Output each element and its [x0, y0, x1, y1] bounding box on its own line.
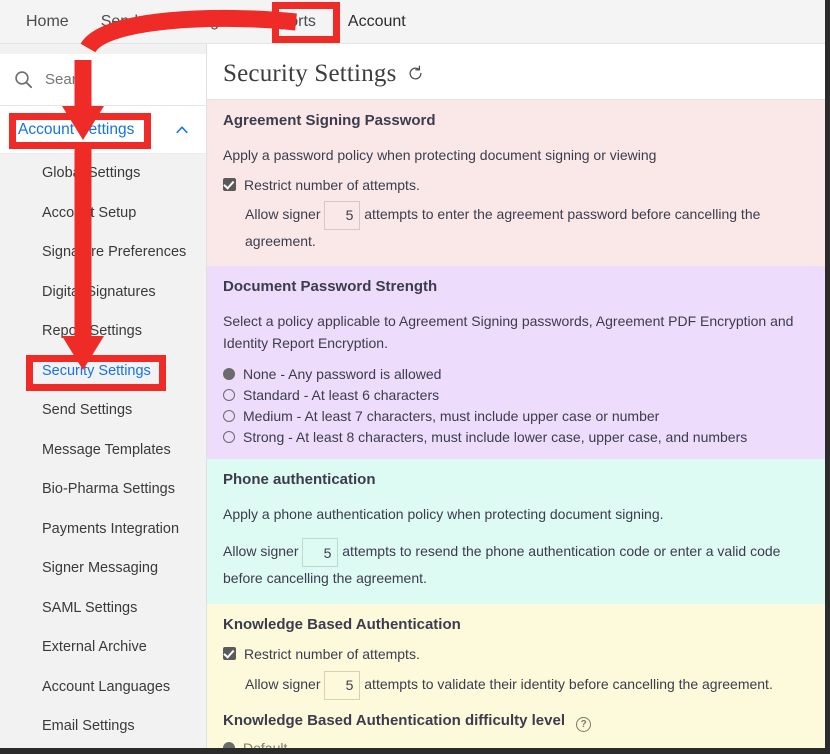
application-window: Home Send Manage Reports Account Account…	[0, 0, 830, 754]
sidebar-item-bio-pharma-settings[interactable]: Bio-Pharma Settings	[0, 470, 206, 510]
attempts-row: Allow signer attempts to resend the phon…	[223, 538, 803, 589]
radio-option-label: Strong - At least 8 characters, must inc…	[243, 429, 748, 446]
allow-signer-suffix: attempts to enter the agreement password…	[245, 205, 761, 249]
section-description: Apply a password policy when protecting …	[223, 147, 657, 163]
nav-item-account[interactable]: Account	[332, 0, 422, 44]
main-content: Security Settings Agreement Signing Pass…	[207, 44, 825, 748]
radio-strong-icon[interactable]	[223, 431, 235, 444]
sidebar-item-send-settings[interactable]: Send Settings	[0, 391, 206, 431]
search-icon	[15, 71, 33, 89]
nav-item-reports[interactable]: Reports	[244, 0, 332, 44]
difficulty-level-text: Knowledge Based Authentication difficult…	[223, 711, 565, 729]
sidebar-item-account-setup[interactable]: Account Setup	[0, 194, 206, 234]
section-agreement-signing-password: Agreement Signing Password Apply a passw…	[207, 100, 825, 267]
radio-option-medium[interactable]: Medium - At least 7 characters, must inc…	[223, 408, 809, 424]
nav-item-manage[interactable]: Manage	[154, 0, 244, 44]
allow-signer-suffix: attempts to validate their identity befo…	[364, 675, 773, 692]
search-input[interactable]	[43, 70, 173, 89]
radio-option-label: Default	[243, 739, 288, 748]
radio-option-none[interactable]: None - Any password is allowed	[223, 366, 809, 382]
sidebar-item-payments-integration[interactable]: Payments Integration	[0, 510, 206, 550]
sidebar-item-account-languages[interactable]: Account Languages	[0, 668, 206, 708]
refresh-icon[interactable]	[407, 65, 424, 82]
sidebar-item-signer-messaging[interactable]: Signer Messaging	[0, 549, 206, 589]
section-title: Document Password Strength	[223, 278, 438, 296]
sidebar-item-signature-preferences[interactable]: Signature Preferences	[0, 233, 206, 273]
search-box[interactable]	[0, 54, 206, 106]
radio-option-label: None - Any password is allowed	[243, 366, 442, 383]
top-navigation-bar: Home Send Manage Reports Account	[0, 0, 825, 44]
attempts-input[interactable]	[324, 200, 361, 230]
radio-default-icon[interactable]	[223, 741, 235, 748]
nav-item-home[interactable]: Home	[10, 0, 85, 44]
radio-option-label: Standard - At least 6 characters	[243, 387, 440, 404]
radio-standard-icon[interactable]	[223, 389, 235, 402]
section-title: Knowledge Based Authentication	[223, 615, 461, 633]
allow-signer-prefix: Allow signer	[245, 675, 321, 692]
section-document-password-strength: Document Password Strength Select a poli…	[207, 266, 825, 460]
restrict-attempts-checkbox[interactable]	[223, 178, 236, 192]
radio-option-default[interactable]: Default	[223, 740, 809, 748]
radio-medium-icon[interactable]	[223, 410, 235, 423]
section-phone-authentication: Phone authentication Apply a phone authe…	[207, 459, 825, 604]
section-title: Phone authentication	[223, 471, 376, 489]
sidebar-item-digital-signatures[interactable]: Digital Signatures	[0, 273, 206, 313]
attempts-row: Allow signer attempts to validate their …	[223, 670, 809, 700]
help-circle-icon[interactable]: ?	[576, 716, 592, 732]
sidebar-item-email-settings[interactable]: Email Settings	[0, 707, 206, 747]
section-description: Select a policy applicable to Agreement …	[223, 313, 794, 351]
restrict-attempts-checkbox[interactable]	[223, 647, 236, 661]
difficulty-level-label: Knowledge Based Authentication difficult…	[223, 712, 809, 732]
page-title: Security Settings	[223, 59, 397, 87]
sidebar-group-label: Account Settings	[18, 120, 135, 138]
radio-option-standard[interactable]: Standard - At least 6 characters	[223, 387, 809, 403]
attempts-input[interactable]	[324, 670, 361, 700]
sidebar-item-security-settings[interactable]: Security Settings	[0, 352, 206, 392]
page-title-row: Security Settings	[207, 44, 825, 100]
sidebar-navigation: Account Settings Global Settings Account…	[0, 44, 207, 748]
allow-signer-prefix: Allow signer	[245, 205, 321, 222]
radio-option-label: Medium - At least 7 characters, must inc…	[243, 408, 660, 425]
attempts-input[interactable]	[302, 538, 339, 568]
section-knowledge-based-authentication: Knowledge Based Authentication Restrict …	[207, 603, 825, 748]
restrict-attempts-label: Restrict number of attempts.	[244, 645, 420, 662]
page-body: Account Settings Global Settings Account…	[0, 44, 825, 748]
section-description: Apply a phone authentication policy when…	[223, 506, 664, 523]
allow-signer-prefix: Allow signer	[223, 543, 299, 560]
sidebar-item-report-settings[interactable]: Report Settings	[0, 312, 206, 352]
chevron-up-icon[interactable]	[174, 122, 190, 138]
restrict-attempts-label: Restrict number of attempts.	[244, 176, 420, 193]
sidebar-item-saml-settings[interactable]: SAML Settings	[0, 589, 206, 629]
radio-option-strong[interactable]: Strong - At least 8 characters, must inc…	[223, 429, 809, 445]
sidebar-group-account-settings[interactable]: Account Settings	[0, 106, 206, 154]
sidebar-item-message-templates[interactable]: Message Templates	[0, 431, 206, 471]
nav-item-send[interactable]: Send	[85, 0, 154, 44]
sidebar-item-global-settings[interactable]: Global Settings	[0, 154, 206, 194]
sidebar-item-external-archive[interactable]: External Archive	[0, 628, 206, 668]
radio-none-icon[interactable]	[223, 368, 235, 381]
attempts-row: Allow signer attempts to enter the agree…	[223, 200, 809, 252]
section-title: Agreement Signing Password	[223, 112, 436, 129]
